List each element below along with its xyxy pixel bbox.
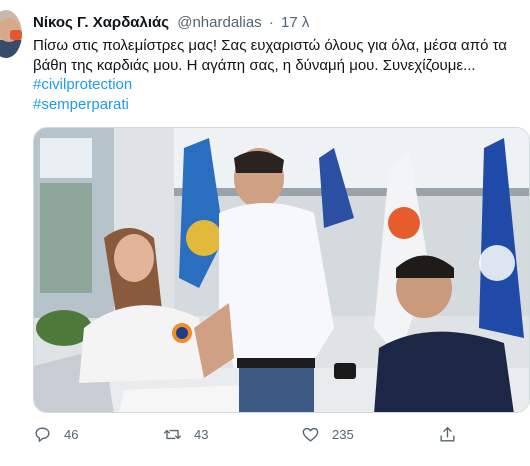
tweet-actions: 46 43 235 bbox=[33, 424, 530, 448]
hashtag-semperparati[interactable]: #semperparati bbox=[33, 95, 523, 115]
header-separator: · bbox=[268, 14, 274, 31]
reply-count: 46 bbox=[64, 426, 79, 442]
photo-scene bbox=[34, 128, 529, 412]
author-handle[interactable]: @nhardalias bbox=[177, 14, 261, 31]
tweet-header: Νίκος Γ. Χαρδαλιάς @nhardalias · 17 λ bbox=[33, 14, 309, 31]
retweet-count: 43 bbox=[194, 426, 209, 442]
like-count: 235 bbox=[332, 426, 354, 442]
reply-icon bbox=[35, 426, 50, 442]
share-button[interactable] bbox=[438, 424, 469, 444]
tweet-photo[interactable] bbox=[33, 127, 530, 413]
tweet-body: Πίσω στις πολεμίστρες μας! Σας ευχαριστώ… bbox=[33, 36, 523, 114]
like-icon bbox=[302, 427, 319, 442]
author-name[interactable]: Νίκος Γ. Χαρδαλιάς bbox=[33, 14, 169, 31]
hashtag-civilprotection[interactable]: #civilprotection bbox=[33, 75, 523, 95]
reply-button[interactable]: 46 bbox=[33, 424, 78, 444]
retweet-icon bbox=[163, 429, 182, 439]
like-button[interactable]: 235 bbox=[301, 424, 354, 444]
tweet-text: Πίσω στις πολεμίστρες μας! Σας ευχαριστώ… bbox=[33, 37, 507, 74]
retweet-button[interactable]: 43 bbox=[163, 424, 208, 444]
tweet-time[interactable]: 17 λ bbox=[281, 14, 309, 31]
avatar[interactable] bbox=[0, 10, 22, 58]
share-icon bbox=[440, 426, 455, 442]
